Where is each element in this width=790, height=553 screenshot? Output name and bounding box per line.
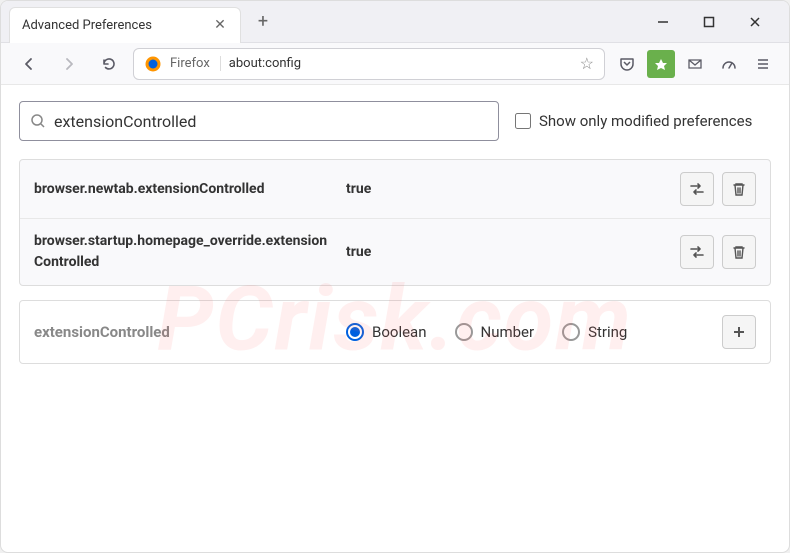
new-pref-row: extensionControlled Boolean Number Strin… bbox=[19, 300, 771, 364]
titlebar: Advanced Preferences ✕ + bbox=[1, 1, 789, 43]
mail-icon[interactable] bbox=[681, 50, 709, 78]
menu-button[interactable] bbox=[749, 50, 777, 78]
delete-button[interactable] bbox=[722, 235, 756, 269]
bookmark-star-icon[interactable]: ☆ bbox=[580, 54, 594, 73]
maximize-button[interactable] bbox=[695, 8, 723, 36]
pref-list: browser.newtab.extensionControlled true … bbox=[19, 159, 771, 286]
pref-name: browser.startup.homepage_override.extens… bbox=[34, 231, 334, 273]
add-pref-button[interactable] bbox=[722, 315, 756, 349]
radio-icon bbox=[455, 323, 473, 341]
radio-icon bbox=[346, 323, 364, 341]
type-radio-boolean[interactable]: Boolean bbox=[346, 323, 427, 341]
extension-badge-icon[interactable] bbox=[647, 50, 675, 78]
modified-only-checkbox[interactable]: Show only modified preferences bbox=[515, 112, 752, 130]
pocket-icon[interactable] bbox=[613, 50, 641, 78]
content-area: Show only modified preferences browser.n… bbox=[1, 85, 789, 380]
search-icon bbox=[30, 113, 46, 129]
type-options: Boolean Number String bbox=[346, 323, 710, 341]
type-radio-number[interactable]: Number bbox=[455, 323, 535, 341]
navbar: Firefox about:config ☆ bbox=[1, 43, 789, 85]
type-radio-string[interactable]: String bbox=[562, 323, 627, 341]
pref-value: true bbox=[346, 244, 668, 260]
radio-icon bbox=[562, 323, 580, 341]
modified-only-input[interactable] bbox=[515, 113, 531, 129]
close-tab-icon[interactable]: ✕ bbox=[212, 17, 228, 33]
reload-button[interactable] bbox=[93, 48, 125, 80]
pref-search-box[interactable] bbox=[19, 101, 499, 141]
new-tab-button[interactable]: + bbox=[249, 8, 277, 36]
back-button[interactable] bbox=[13, 48, 45, 80]
pref-name: browser.newtab.extensionControlled bbox=[34, 179, 334, 200]
toggle-button[interactable] bbox=[680, 235, 714, 269]
pref-row: browser.newtab.extensionControlled true bbox=[20, 160, 770, 218]
firefox-icon bbox=[144, 55, 162, 73]
url-bar[interactable]: Firefox about:config ☆ bbox=[133, 48, 605, 80]
pref-value: true bbox=[346, 181, 668, 197]
tab-title: Advanced Preferences bbox=[22, 18, 152, 33]
speed-icon[interactable] bbox=[715, 50, 743, 78]
pref-search-input[interactable] bbox=[54, 112, 488, 131]
url-brand-label: Firefox bbox=[170, 56, 221, 71]
forward-button[interactable] bbox=[53, 48, 85, 80]
close-window-button[interactable] bbox=[741, 8, 769, 36]
browser-tab[interactable]: Advanced Preferences ✕ bbox=[9, 7, 241, 43]
delete-button[interactable] bbox=[722, 172, 756, 206]
pref-row: browser.startup.homepage_override.extens… bbox=[20, 218, 770, 285]
minimize-button[interactable] bbox=[649, 8, 677, 36]
url-text: about:config bbox=[229, 56, 572, 71]
new-pref-name: extensionControlled bbox=[34, 323, 334, 341]
toggle-button[interactable] bbox=[680, 172, 714, 206]
modified-only-label: Show only modified preferences bbox=[539, 112, 752, 130]
